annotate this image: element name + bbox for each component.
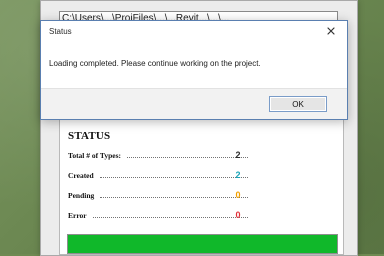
stat-value-created: 2 <box>235 170 241 180</box>
stat-value-total-types: 2 <box>235 150 241 160</box>
stat-label-total-types: Total # of Types: <box>68 150 121 160</box>
stat-value-error: 0 <box>235 210 241 220</box>
stat-row-total-types: Total # of Types: 2 <box>68 148 248 162</box>
dialog-title: Status <box>49 26 72 36</box>
leader-dots <box>99 176 248 178</box>
stat-value-pending: 0 <box>235 190 241 200</box>
stat-label-error: Error <box>68 210 87 220</box>
dialog-footer: OK <box>41 88 347 119</box>
close-icon <box>327 27 335 35</box>
progress-bar <box>67 234 338 254</box>
status-panel: STATUS Total # of Types: 2 Created 2 Pen… <box>59 113 344 255</box>
dialog-message: Loading completed. Please continue worki… <box>49 59 261 68</box>
stat-row-created: Created 2 <box>68 168 248 182</box>
stat-row-error: Error 0 <box>68 208 248 222</box>
status-dialog: Status Loading completed. Please continu… <box>40 20 348 120</box>
dialog-close-button[interactable] <box>323 23 339 39</box>
leader-dots <box>127 156 248 158</box>
ok-button[interactable]: OK <box>269 96 327 112</box>
stat-label-created: Created <box>68 170 94 180</box>
stat-row-pending: Pending 0 <box>68 188 248 202</box>
status-heading: STATUS <box>68 130 111 142</box>
leader-dots <box>100 196 248 198</box>
dialog-titlebar: Status <box>41 21 347 41</box>
leader-dots <box>92 216 248 218</box>
progress-fill <box>68 235 337 253</box>
stat-label-pending: Pending <box>68 190 95 200</box>
